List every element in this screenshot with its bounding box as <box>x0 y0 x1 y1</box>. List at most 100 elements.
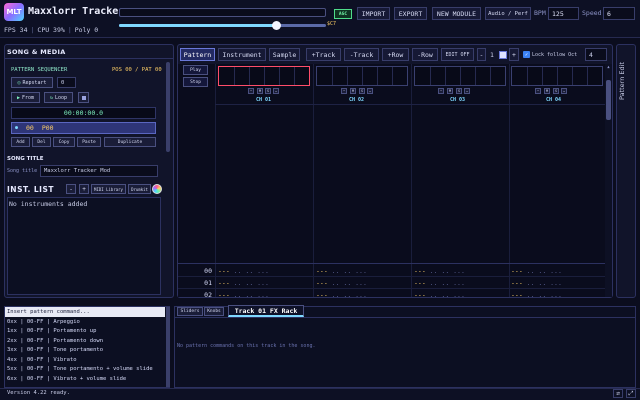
channel-01-label: CH 01 <box>256 97 272 103</box>
repstart-input[interactable]: 0 <box>57 77 76 88</box>
bpm-input[interactable]: 125 <box>548 7 579 20</box>
export-button[interactable]: EXPORT <box>394 7 427 20</box>
command-item[interactable]: 1xx | 00-FF | Portamento up <box>7 328 96 334</box>
left-panel-scrollbar[interactable] <box>166 62 170 152</box>
pattern-cell[interactable]: --- .. .. ... <box>218 267 269 275</box>
command-item[interactable]: 3xx | 00-FF | Tone portamento <box>7 347 103 353</box>
stats-bar: FPS 34 | CPU 39% | Poly 0 <box>4 26 98 34</box>
pattern-cell[interactable]: --- .. .. ... <box>414 267 465 275</box>
command-list-scrollbar[interactable] <box>166 307 170 387</box>
stop-sequence-button[interactable] <box>78 92 89 103</box>
command-item[interactable]: 0xx | 00-FF | Arpeggio <box>7 319 80 325</box>
scope-grid-line <box>557 67 558 85</box>
pattern-cell[interactable]: --- .. .. ... <box>218 279 269 287</box>
channel-04-solo-button[interactable]: S <box>553 88 559 94</box>
order-list-row[interactable]: ● 00 P00 <box>11 122 156 134</box>
import-button[interactable]: IMPORT <box>357 7 390 20</box>
order-del-button[interactable]: Del <box>32 137 51 147</box>
channel-03-minus-button[interactable]: − <box>438 88 444 94</box>
channel-02-solo-button[interactable]: S <box>359 88 365 94</box>
command-item[interactable]: 5xx | 00-FF | Tone portamento + volume s… <box>7 366 153 372</box>
add-instrument-button[interactable]: + <box>79 184 89 194</box>
order-add-button[interactable]: Add <box>11 137 30 147</box>
command-item[interactable]: 4xx | 00-FF | Vibrato <box>7 357 77 363</box>
add-row-button[interactable]: +Row <box>382 48 409 61</box>
swap-layout-icon[interactable]: ⇄ <box>613 389 623 398</box>
play-from-button[interactable]: ▶ From <box>11 92 40 103</box>
speed-input[interactable]: 6 <box>603 7 635 20</box>
tab-instrument[interactable]: Instrument <box>218 48 266 61</box>
loop-icon: ↻ <box>49 94 53 101</box>
loop-button[interactable]: ↻ Loop <box>44 92 73 103</box>
song-media-title: SONG & MEDIA <box>7 48 66 56</box>
scope-grid-line <box>527 67 528 85</box>
insert-command-item[interactable]: Insert pattern command... <box>5 307 165 317</box>
channel-02-more-button[interactable]: … <box>367 88 373 94</box>
channel-04-mute-button[interactable]: M <box>544 88 550 94</box>
channel-01-solo-button[interactable]: S <box>265 88 271 94</box>
order-marker-icon: ● <box>15 125 19 131</box>
channel-02-minus-button[interactable]: − <box>341 88 347 94</box>
song-title-input[interactable]: Maxxlorr Tracker Mod <box>40 165 158 177</box>
channel-03-solo-button[interactable]: S <box>456 88 462 94</box>
command-item[interactable]: 6xx | 00-FF | Vibrato + volume slide <box>7 376 126 382</box>
order-duplicate-button[interactable]: Duplicate <box>104 137 156 147</box>
channel-scope-01[interactable] <box>218 66 310 86</box>
from-label: From <box>21 94 35 101</box>
channel-scope-02[interactable] <box>316 66 408 86</box>
instrument-list[interactable] <box>7 197 161 295</box>
channel-04-more-button[interactable]: … <box>561 88 567 94</box>
pattern-cell[interactable]: --- .. .. ... <box>414 291 465 299</box>
channel-scope-04[interactable] <box>511 66 603 86</box>
channel-01-minus-button[interactable]: − <box>248 88 254 94</box>
pattern-cell[interactable]: --- .. .. ... <box>511 291 562 299</box>
repstart-button[interactable]: ◎ Repstart <box>11 77 53 88</box>
pattern-stop-button[interactable]: Stop <box>183 77 208 87</box>
scroll-up-icon[interactable]: ▲ <box>605 64 612 70</box>
midi-library-button[interactable]: MIDI Library <box>91 184 126 194</box>
channel-02-mute-button[interactable]: M <box>350 88 356 94</box>
tab-track-fx-rack[interactable]: Track 01 FX Rack <box>228 305 304 317</box>
new-module-button[interactable]: NEW MODULE <box>432 7 481 20</box>
step-decrease-button[interactable]: - <box>477 48 486 61</box>
pattern-scrollbar-thumb[interactable] <box>606 80 611 120</box>
drumkit-button[interactable]: Drumkit <box>128 184 151 194</box>
pattern-cell[interactable]: --- .. .. ... <box>316 279 367 287</box>
knobs-view-button[interactable]: Knobs <box>204 307 224 316</box>
remove-row-button[interactable]: -Row <box>412 48 438 61</box>
order-paste-button[interactable]: Paste <box>77 137 101 147</box>
command-item[interactable]: 2xx | 00-FF | Portamento down <box>7 338 103 344</box>
palette-icon[interactable] <box>152 184 162 194</box>
pattern-cell[interactable]: --- .. .. ... <box>316 267 367 275</box>
pattern-cell[interactable]: --- .. .. ... <box>218 291 269 299</box>
lock-follow-checkbox[interactable]: ✓ <box>523 51 530 58</box>
tab-pattern[interactable]: Pattern <box>180 48 215 61</box>
remove-track-button[interactable]: -Track <box>344 48 379 61</box>
order-copy-button[interactable]: Copy <box>53 137 75 147</box>
step-increase-button[interactable]: + <box>509 48 519 61</box>
pattern-cell[interactable]: --- .. .. ... <box>511 267 562 275</box>
pattern-cell[interactable]: --- .. .. ... <box>316 291 367 299</box>
sliders-view-button[interactable]: Sliders <box>177 307 203 316</box>
panel-divider <box>4 58 174 59</box>
remove-instrument-button[interactable]: - <box>66 184 76 194</box>
channel-03-mute-button[interactable]: M <box>447 88 453 94</box>
pattern-cell[interactable]: --- .. .. ... <box>414 279 465 287</box>
add-track-button[interactable]: +Track <box>306 48 341 61</box>
pattern-sequencer-label: PATTERN SEQUENCER <box>11 67 68 73</box>
channel-04-minus-button[interactable]: − <box>535 88 541 94</box>
octave-input[interactable]: 4 <box>585 48 607 61</box>
channel-01-mute-button[interactable]: M <box>257 88 263 94</box>
step-spinner-icon[interactable] <box>499 51 507 59</box>
agc-toggle-button[interactable]: AGC <box>334 9 352 19</box>
channel-03-more-button[interactable]: … <box>464 88 470 94</box>
tab-sample[interactable]: Sample <box>269 48 300 61</box>
channel-scope-03[interactable] <box>414 66 506 86</box>
fullscreen-icon[interactable]: ⤢ <box>626 389 636 398</box>
scope-grid-line <box>445 67 446 85</box>
pattern-play-button[interactable]: Play <box>183 65 208 75</box>
audio-perf-button[interactable]: Audio / Perf <box>485 7 531 20</box>
channel-01-more-button[interactable]: … <box>273 88 279 94</box>
pattern-cell[interactable]: --- .. .. ... <box>511 279 562 287</box>
edit-mode-button[interactable]: EDIT OFF <box>441 48 474 61</box>
